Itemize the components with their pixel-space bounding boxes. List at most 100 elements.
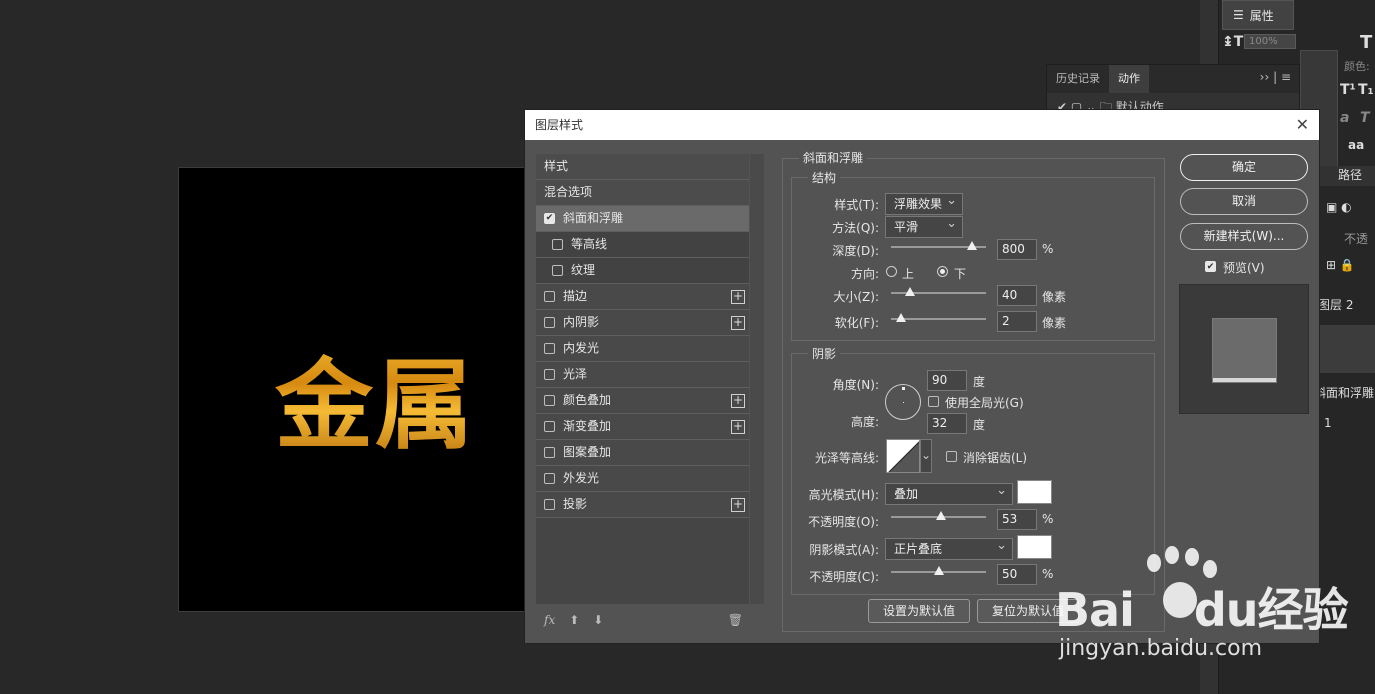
- shadow-opacity-slider[interactable]: [891, 566, 986, 575]
- new-style-button[interactable]: 新建样式(W)...: [1180, 223, 1308, 250]
- soften-slider-thumb[interactable]: [895, 313, 906, 322]
- angle-input[interactable]: 90: [927, 370, 967, 391]
- panel-menu-icon[interactable]: ›› | ≡: [1260, 70, 1291, 84]
- list-item-color-overlay[interactable]: 颜色叠加 +: [536, 388, 749, 414]
- size-input[interactable]: 40: [997, 285, 1037, 306]
- soften-slider[interactable]: [891, 313, 986, 322]
- checkbox-icon[interactable]: [544, 421, 555, 432]
- vertical-text-icon[interactable]: ↨T: [1222, 34, 1243, 50]
- preview-checkbox[interactable]: ✔: [1205, 261, 1216, 272]
- list-item-inner-shadow[interactable]: 内阴影 +: [536, 310, 749, 336]
- antialias-icon[interactable]: aa: [1348, 138, 1364, 152]
- add-icon[interactable]: +: [731, 290, 745, 304]
- list-item-bevel[interactable]: ✔ 斜面和浮雕: [536, 206, 749, 232]
- depth-slider-thumb[interactable]: [966, 241, 977, 250]
- altitude-label: 高度:: [850, 415, 879, 429]
- direction-up-radio[interactable]: [886, 266, 897, 277]
- checkbox-icon[interactable]: [544, 395, 555, 406]
- checkbox-icon[interactable]: [544, 343, 555, 354]
- paw-toe: [1165, 546, 1179, 564]
- angle-dial[interactable]: [885, 384, 921, 420]
- ok-button[interactable]: 确定: [1180, 154, 1308, 181]
- preview-swatch: [1212, 318, 1277, 383]
- size-slider[interactable]: [891, 287, 986, 296]
- set-default-button[interactable]: 设置为默认值: [868, 599, 970, 623]
- superscript-icon[interactable]: T¹: [1340, 82, 1356, 98]
- highlight-mode-select[interactable]: 叠加: [885, 481, 1013, 505]
- altitude-unit: 度: [973, 418, 986, 432]
- checkbox-icon[interactable]: [552, 239, 563, 250]
- move-up-icon[interactable]: ⬆: [569, 613, 579, 627]
- list-item-drop-shadow[interactable]: 投影 +: [536, 492, 749, 518]
- text-tool-icon[interactable]: T: [1360, 32, 1372, 53]
- list-item-outer-glow[interactable]: 外发光: [536, 466, 749, 492]
- tab-history[interactable]: 历史记录: [1047, 65, 1109, 93]
- size-slider-thumb[interactable]: [905, 287, 915, 296]
- gloss-contour-picker[interactable]: [886, 439, 920, 473]
- style-select[interactable]: 浮雕效果: [885, 191, 963, 215]
- checkbox-icon[interactable]: [544, 447, 555, 458]
- list-item-texture[interactable]: 纹理: [536, 258, 749, 284]
- direction-down-radio[interactable]: [937, 266, 948, 277]
- structure-title: 结构: [808, 169, 841, 186]
- list-item-blending[interactable]: 混合选项: [536, 180, 749, 206]
- highlight-opacity-slider[interactable]: [891, 511, 986, 520]
- style-preview: [1179, 284, 1309, 414]
- checkbox-icon[interactable]: [544, 473, 555, 484]
- list-item-contour[interactable]: 等高线: [536, 232, 749, 258]
- checkbox-icon[interactable]: [544, 499, 555, 510]
- highlight-opacity-input[interactable]: 53: [997, 509, 1037, 530]
- checkbox-icon[interactable]: [544, 317, 555, 328]
- depth-unit: %: [1042, 242, 1054, 256]
- shadow-mode-select[interactable]: 正片叠底: [885, 536, 1013, 560]
- checkbox-icon[interactable]: [544, 369, 555, 380]
- list-item-inner-glow[interactable]: 内发光: [536, 336, 749, 362]
- fx-icon[interactable]: fx: [544, 613, 555, 627]
- list-item-satin[interactable]: 光泽: [536, 362, 749, 388]
- subscript-icon[interactable]: T₁: [1358, 82, 1374, 98]
- chevron-down-icon[interactable]: ⌄: [920, 439, 932, 473]
- cancel-button[interactable]: 取消: [1180, 188, 1308, 215]
- depth-input[interactable]: 800: [997, 239, 1037, 260]
- highlight-opacity-thumb[interactable]: [936, 511, 947, 520]
- tab-actions[interactable]: 动作: [1109, 65, 1149, 93]
- move-down-icon[interactable]: ⬇: [593, 613, 603, 627]
- scale-field[interactable]: 100%: [1244, 34, 1296, 49]
- list-item-stroke[interactable]: 描边 +: [536, 284, 749, 310]
- altitude-input[interactable]: 32: [927, 413, 967, 434]
- shadow-opacity-unit: %: [1042, 567, 1054, 581]
- document-canvas[interactable]: 金属: [178, 167, 526, 612]
- close-icon[interactable]: ✕: [1296, 110, 1309, 140]
- shadow-opacity-input[interactable]: 50: [997, 564, 1037, 585]
- direction-down-label: 下: [954, 267, 967, 281]
- global-light-label: 使用全局光(G): [945, 396, 1024, 410]
- list-item-pattern-overlay[interactable]: 图案叠加: [536, 440, 749, 466]
- add-icon[interactable]: +: [731, 394, 745, 408]
- checkbox-icon[interactable]: [552, 265, 563, 276]
- shadow-opacity-thumb[interactable]: [933, 566, 944, 575]
- add-icon[interactable]: +: [731, 498, 745, 512]
- italic-icon[interactable]: a: [1340, 110, 1349, 126]
- list-item-gradient-overlay[interactable]: 渐变叠加 +: [536, 414, 749, 440]
- soften-input[interactable]: 2: [997, 311, 1037, 332]
- depth-slider[interactable]: [891, 241, 986, 250]
- watermark-logo: Bai du经验: [1055, 583, 1349, 637]
- checkbox-icon[interactable]: [544, 291, 555, 302]
- global-light-checkbox[interactable]: [928, 396, 939, 407]
- paw-toe: [1147, 554, 1161, 572]
- history-actions-panel: 历史记录 动作 ›› | ≡ ✔ ▢ ⌄ 🗀 默认动作: [1046, 64, 1300, 114]
- trash-icon[interactable]: 🗑: [728, 613, 743, 627]
- list-item-styles[interactable]: 样式: [536, 154, 749, 180]
- antialias-checkbox[interactable]: [946, 451, 957, 462]
- contour-curve-icon: [888, 441, 919, 472]
- highlight-mode-label: 高光模式(H):: [808, 488, 879, 502]
- highlight-color-swatch[interactable]: [1017, 480, 1052, 504]
- italic-t-icon[interactable]: T: [1360, 110, 1370, 126]
- styles-scrollbar[interactable]: [750, 154, 764, 604]
- shadow-color-swatch[interactable]: [1017, 535, 1052, 559]
- add-icon[interactable]: +: [731, 316, 745, 330]
- checkbox-icon[interactable]: ✔: [544, 213, 555, 224]
- add-icon[interactable]: +: [731, 420, 745, 434]
- properties-tab[interactable]: ☰ 属性: [1222, 0, 1294, 30]
- technique-select[interactable]: 平滑: [885, 214, 963, 238]
